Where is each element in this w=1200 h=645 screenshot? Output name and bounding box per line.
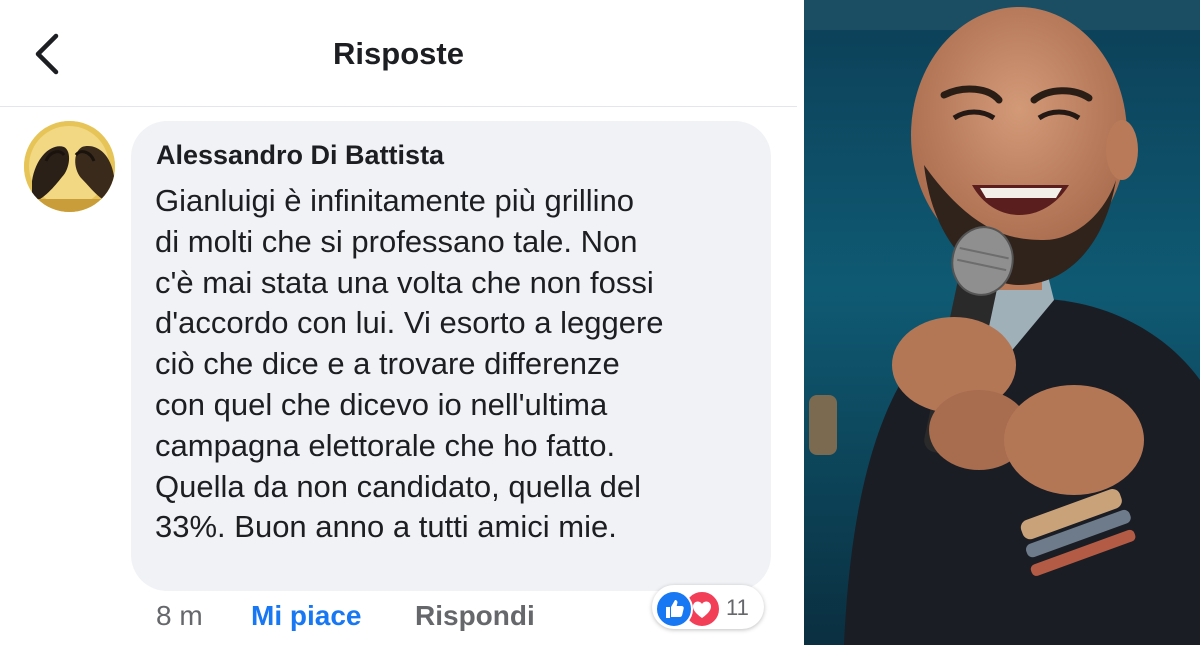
comment-text: Gianluigi è infinitamente più grillino d… (155, 183, 664, 545)
header-bar: Risposte (0, 0, 797, 107)
avatar[interactable] (24, 121, 115, 212)
reaction-count: 11 (726, 595, 749, 620)
reply-button[interactable]: Rispondi (415, 600, 535, 632)
page-title: Risposte (333, 36, 464, 71)
reactions-badge[interactable]: 11 (652, 585, 764, 629)
comment-timestamp: 8 m (156, 600, 203, 631)
like-button[interactable]: Mi piace (251, 600, 361, 632)
speaker-photo (804, 0, 1200, 645)
replies-panel: Risposte Alessandro Di Battista Gianluig… (0, 0, 797, 645)
image-divider (797, 0, 804, 645)
comment-bubble: Alessandro Di Battista Gianluigi è infin… (131, 121, 771, 591)
comment-author[interactable]: Alessandro Di Battista (156, 140, 444, 171)
like-icon (655, 590, 693, 628)
